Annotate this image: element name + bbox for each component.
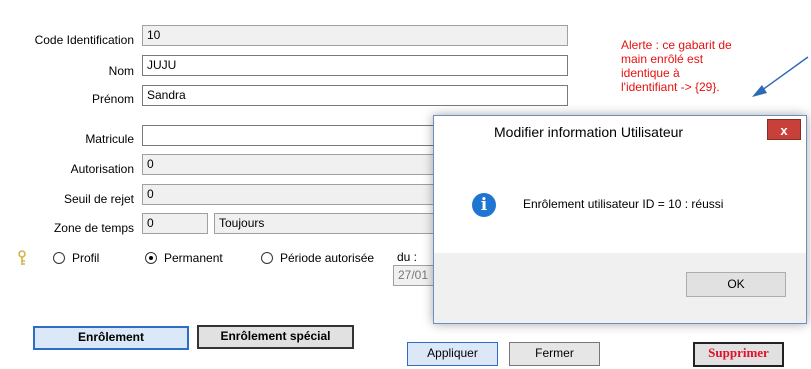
ok-button[interactable]: OK [686,272,786,297]
code-label: Code Identification [34,33,134,47]
dialog-title: Modifier information Utilisateur [494,124,684,140]
seuil-rejet-field[interactable]: 0 [142,184,442,205]
nom-label: Nom [108,64,134,78]
fermer-button[interactable]: Fermer [509,342,600,366]
radio-periode-label: Période autorisée [280,251,375,265]
radio-permanent[interactable]: Permanent [145,251,223,265]
key-icon [16,250,28,269]
arrow-icon [750,55,810,104]
close-icon[interactable]: x [767,119,801,140]
dialog-message: Enrôlement utilisateur ID = 10 : réussi [523,197,724,211]
enrolement-button[interactable]: Enrôlement [33,326,189,350]
info-icon: i [472,193,496,217]
alert-line: Alerte : ce gabarit de [621,38,732,52]
zone-temps-name-field[interactable]: Toujours [214,213,442,234]
date-debut-field[interactable]: 27/01 [393,265,435,286]
zone-temps-field[interactable]: 0 [142,213,208,234]
supprimer-button[interactable]: Supprimer [693,342,784,367]
seuil-label: Seuil de rejet [63,192,134,206]
matricule-label: Matricule [85,132,134,146]
radio-periode-autorisee[interactable]: Période autorisée [261,251,374,265]
dialog-titlebar[interactable]: Modifier information Utilisateur x [434,116,806,146]
matricule-field[interactable] [142,125,442,146]
prenom-label: Prénom [91,92,134,106]
alert-line: main enrôlé est [621,52,704,66]
radio-permanent-label: Permanent [164,251,223,265]
message-dialog: Modifier information Utilisateur x i Enr… [433,115,807,324]
appliquer-button[interactable]: Appliquer [407,342,498,366]
code-identification-field[interactable]: 10 [142,25,568,46]
zone-label: Zone de temps [53,221,134,235]
du-label: du : [397,250,418,264]
radio-circle [261,252,273,264]
radio-profil[interactable]: Profil [53,251,99,265]
autorisation-field[interactable]: 0 [142,154,442,175]
radio-circle [53,252,65,264]
alert-line: l'identifiant -> {29}. [621,80,720,94]
prenom-field[interactable]: Sandra [142,85,568,106]
radio-profil-label: Profil [72,251,100,265]
alert-message: Alerte : ce gabarit de main enrôlé est i… [621,38,732,94]
radio-circle-selected [145,252,157,264]
autorisation-label: Autorisation [70,162,134,176]
enrolement-special-button[interactable]: Enrôlement spécial [197,325,354,349]
nom-field[interactable]: JUJU [142,55,568,76]
alert-line: identique à [621,66,680,80]
